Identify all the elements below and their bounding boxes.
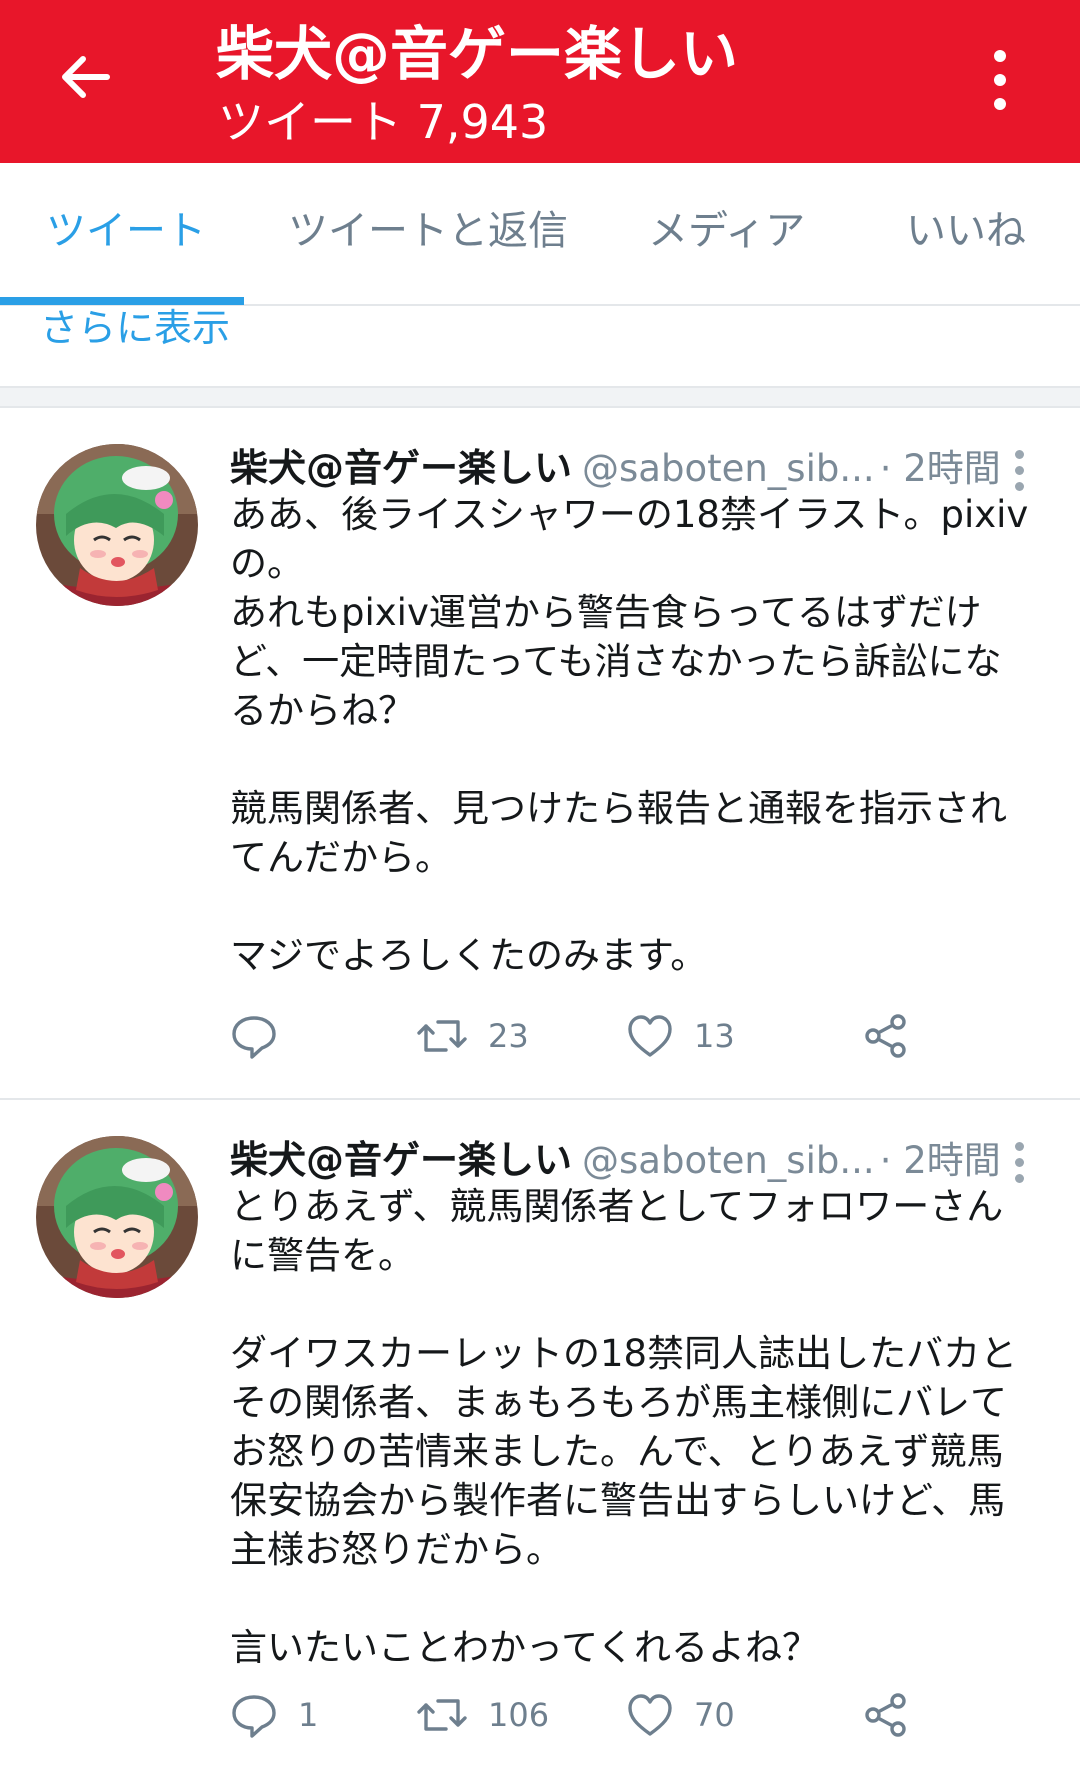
reply-icon [232,1695,276,1738]
arrow-left-icon [62,56,110,98]
tweet-text: ああ、後ライスシャワーの18禁イラスト。pixivの。 あれもpixiv運営から… [230,493,1029,977]
retweet-count: 23 [488,1017,529,1055]
tab-media[interactable]: メディア [648,203,805,259]
tab-likes[interactable]: いいね [906,203,1026,259]
tweet-item[interactable]: 柴犬@音ゲー楽しい @saboten_sib... · 2時間 ああ、後ライスシャ… [0,408,1080,1100]
tweet-item[interactable]: 柴犬@音ゲー楽しい @saboten_sib... · 2時間 とりあえず、競馬関… [0,1100,1080,1770]
profile-name: 柴犬@音ゲー楽しい [216,20,739,88]
share-button[interactable] [862,1006,910,1066]
tweet-actions: 23 13 [230,1006,1030,1066]
tab-tweets-and-replies[interactable]: ツイートと返信 [288,203,568,259]
timestamp: · 2時間 [879,1139,1001,1182]
share-button[interactable] [862,1685,910,1745]
tweet-count: ツイート 7,943 [218,95,549,149]
heart-icon [628,1694,672,1736]
tweet-header: 柴犬@音ゲー楽しい @saboten_sib... · 2時間 [230,440,1040,496]
avatar[interactable] [36,1136,198,1298]
tweet-menu-icon[interactable] [1004,1136,1034,1188]
share-icon [865,1693,906,1737]
retweet-icon [417,1020,467,1052]
timestamp: · 2時間 [879,447,1001,490]
back-button[interactable] [50,42,120,112]
retweet-count: 106 [488,1696,550,1734]
author-name[interactable]: 柴犬@音ゲー楽しい [230,446,572,490]
share-icon [865,1014,906,1058]
tweet-header: 柴犬@音ゲー楽しい @saboten_sib... · 2時間 [230,1132,1040,1188]
tweet-menu-icon[interactable] [1004,444,1034,496]
heart-icon [628,1015,672,1057]
avatar[interactable] [36,444,198,606]
like-count: 70 [694,1696,735,1734]
more-vertical-icon[interactable] [972,40,1028,120]
like-button[interactable]: 13 [626,1006,735,1066]
reply-icon [232,1016,276,1059]
retweet-button[interactable]: 23 [416,1006,529,1066]
like-count: 13 [694,1017,735,1055]
reply-button[interactable] [230,1006,298,1066]
author-handle[interactable]: @saboten_sib... [582,1139,875,1182]
app-header: 柴犬@音ゲー楽しい ツイート 7,943 [0,0,1080,163]
tweet-text: とりあえず、競馬関係者としてフォロワーさんに警告を。 ダイワスカーレットの18禁… [230,1185,1018,1669]
author-handle[interactable]: @saboten_sib... [582,447,875,490]
tab-tweets[interactable]: ツイート [46,203,206,259]
reply-button[interactable]: 1 [230,1685,318,1745]
tweet-actions: 1 106 70 [230,1685,1030,1745]
like-button[interactable]: 70 [626,1685,735,1745]
author-name[interactable]: 柴犬@音ゲー楽しい [230,1138,572,1182]
reply-count: 1 [298,1696,319,1734]
retweet-button[interactable]: 106 [416,1685,549,1745]
retweet-icon [417,1699,467,1731]
divider [0,386,1080,408]
profile-tabs: ツイート ツイートと返信 メディア いいね [0,163,1080,306]
show-more-link[interactable]: さらに表示 [40,303,230,353]
